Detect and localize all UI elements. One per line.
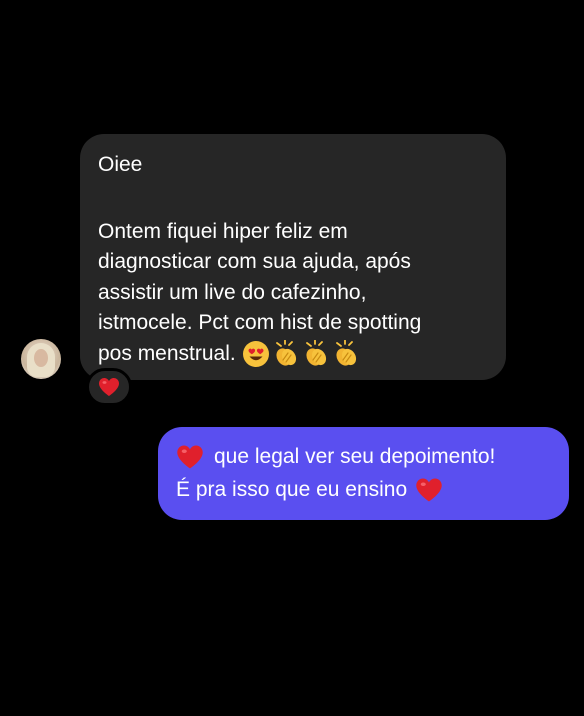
message-line: assistir um live do cafezinho, xyxy=(98,280,367,304)
clapping-hands-icon xyxy=(275,339,296,366)
message-line-text: pos menstrual. xyxy=(98,341,236,365)
outgoing-text-2: É pra isso que eu ensino xyxy=(176,478,408,501)
heart-icon xyxy=(99,378,119,396)
message-spacer xyxy=(98,181,488,217)
clapping-hands-icon xyxy=(305,339,326,366)
emoji-row xyxy=(242,339,360,368)
chat-screen: Oiee Ontem fiquei hiper feliz em diagnos… xyxy=(0,0,584,716)
outgoing-line-1: que legal ver seu depoimento! xyxy=(176,440,551,473)
heart-icon xyxy=(416,478,442,501)
avatar-face xyxy=(34,349,48,367)
heart-eyes-icon xyxy=(242,340,269,367)
message-line: istmocele. Pct com hist de spotting xyxy=(98,311,422,334)
message-line: diagnosticar com sua ajuda, após xyxy=(98,250,411,273)
heart-icon xyxy=(177,445,203,468)
reaction-badge[interactable] xyxy=(86,368,132,406)
message-greeting: Oiee xyxy=(98,153,143,176)
outgoing-line-2: É pra isso que eu ensino xyxy=(176,473,551,506)
outgoing-message-bubble[interactable]: que legal ver seu depoimento! É pra isso… xyxy=(158,427,569,520)
incoming-message-bubble[interactable]: Oiee Ontem fiquei hiper feliz em diagnos… xyxy=(80,134,506,380)
outgoing-text-1: que legal ver seu depoimento! xyxy=(214,445,496,468)
avatar[interactable] xyxy=(21,339,61,379)
message-line: Ontem fiquei hiper feliz em xyxy=(98,219,348,243)
clapping-hands-icon xyxy=(335,339,356,366)
message-line-last: pos menstrual. xyxy=(98,339,488,370)
